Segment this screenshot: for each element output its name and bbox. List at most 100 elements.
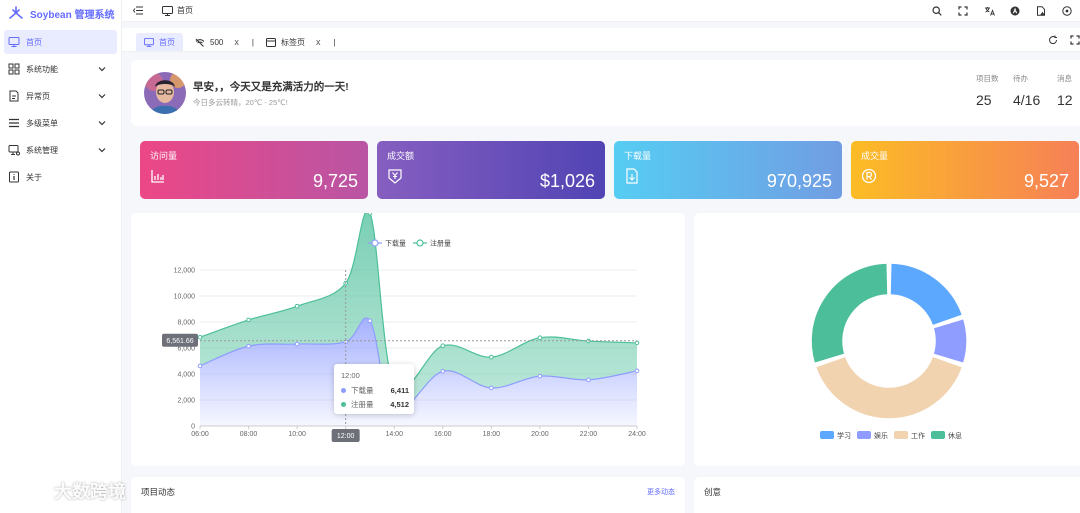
stat-value: 4/16 — [1013, 92, 1041, 108]
breadcrumb[interactable]: 首页 — [162, 5, 193, 16]
theme-config-button[interactable] — [1028, 0, 1054, 22]
watermark: 大数跨境 — [8, 478, 126, 504]
y-tick-label: 0 — [191, 424, 195, 431]
x-tick-label: 22:00 — [580, 431, 598, 438]
download-doc-icon — [626, 168, 638, 184]
app-logo[interactable]: Soybean 管理系统 — [0, 0, 121, 26]
fullscreen-button[interactable] — [950, 0, 976, 22]
x-tick-label: 16:00 — [434, 431, 452, 438]
donut-slice — [814, 355, 964, 420]
stat-messages: 消息 12 — [1057, 73, 1073, 108]
metric-card-deals[interactable]: 成交量 9,527 — [851, 141, 1079, 199]
stat-projects: 项目数 25 — [976, 73, 999, 108]
tooltip-row: 注册量 4,512 — [341, 399, 409, 410]
stat-todo: 待办 4/16 — [1013, 73, 1040, 108]
sidebar-item-1[interactable]: 系统功能 — [4, 57, 117, 81]
point-download — [294, 341, 300, 347]
chevron-down-icon[interactable] — [97, 91, 107, 101]
wifi-off-icon — [195, 38, 205, 47]
theme-toggle-button[interactable] — [1002, 0, 1028, 22]
sidebar-menu: 首页系统功能异常页多级菜单系统管理关于 — [0, 30, 121, 189]
sidebar-item-4[interactable]: 系统管理 — [4, 138, 117, 162]
window-icon — [266, 37, 276, 47]
legend-label: 学习 — [837, 431, 851, 440]
tab-tags[interactable]: 标签页 x | — [266, 33, 336, 51]
tooltip-series-value: 4,512 — [390, 400, 409, 409]
language-button[interactable] — [976, 0, 1002, 22]
theme-config-icon — [1037, 6, 1045, 16]
menu-fold-icon — [133, 6, 143, 15]
watermark-text: 大数跨境 — [54, 482, 126, 502]
menu-collapse-button[interactable] — [126, 0, 150, 22]
point-register — [197, 334, 203, 340]
tabs-bar: 首页 500 x | 标签页 x | — [122, 28, 1080, 52]
soybean-logo-icon — [9, 6, 23, 19]
point-download — [197, 363, 203, 369]
tab-500[interactable]: 500 x | — [195, 33, 254, 51]
close-icon[interactable]: x — [234, 37, 239, 47]
theme-toggle-icon — [1010, 6, 1020, 16]
metric-card-visits[interactable]: 访问量 9,725 — [140, 141, 368, 199]
monitor-icon — [162, 5, 173, 16]
sidebar-item-5[interactable]: 关于 — [4, 165, 117, 189]
tab-home[interactable]: 首页 — [136, 33, 183, 51]
crosshair-x-label: 12:00 — [337, 433, 355, 440]
line-chart[interactable]: 02,0004,0006,0008,00010,00012,00006:00 08… — [131, 209, 685, 466]
stat-value: 25 — [976, 92, 992, 108]
sidebar-item-label: 关于 — [26, 172, 42, 182]
crosshair-y-label: 6,561.66 — [166, 338, 193, 345]
line-chart-card: 0 2,000 4,000 6,000 8,000 10,000 12,000 06:00 08… — [131, 209, 685, 466]
info-icon — [9, 171, 19, 183]
donut-chart-card: 学习 娱乐 工作 休息 — [694, 213, 1080, 466]
chevron-down-icon[interactable] — [97, 145, 107, 155]
chevron-down-icon[interactable] — [97, 64, 107, 74]
bar-chart-icon — [151, 170, 164, 183]
sidebar-item-2[interactable]: 异常页 — [4, 84, 117, 108]
stat-label: 消息 — [1057, 74, 1072, 83]
stat-label: 待办 — [1013, 74, 1028, 83]
sidebar-item-3[interactable]: 多级菜单 — [4, 111, 117, 135]
more-news-link[interactable]: 更多动态 — [647, 487, 675, 497]
fullscreen-icon — [958, 6, 968, 16]
sidebar-item-label: 系统管理 — [26, 145, 58, 155]
greeting-text: 早安，，今天又是充满活力的一天! — [193, 81, 349, 93]
tooltip-series-name: 下载量 — [351, 386, 374, 395]
registered-icon — [861, 168, 877, 184]
x-tick-label: 20:00 — [531, 431, 549, 438]
search-button[interactable] — [924, 0, 950, 22]
settings-button[interactable] — [1054, 0, 1080, 22]
metric-title: 下载量 — [624, 151, 652, 161]
point-download — [246, 343, 251, 349]
metric-title: 成交量 — [861, 151, 889, 161]
project-news-card: 项目动态 更多动态 — [131, 477, 685, 513]
x-tick-label: 14:00 — [385, 431, 403, 438]
top-header: 首页 — [122, 0, 1080, 22]
metric-card-revenue[interactable]: 成交额 $1,026 — [377, 141, 605, 199]
metric-value: 970,925 — [766, 171, 832, 191]
tab-divider: | — [333, 37, 336, 47]
sidebar-item-0[interactable]: 首页 — [4, 30, 117, 54]
reload-button[interactable] — [1046, 33, 1060, 47]
legend-swatch — [931, 431, 945, 439]
close-icon[interactable]: x — [316, 37, 321, 47]
legend-marker — [416, 239, 424, 247]
chart-tooltip: 12:00 下载量 6,411 注册量 4,512 — [334, 364, 414, 414]
metric-card-downloads[interactable]: 下载量 970,925 — [614, 141, 842, 199]
x-tick-label: 18:00 — [483, 431, 501, 438]
y-tick-label: 12,000 — [174, 268, 196, 275]
donut-chart[interactable]: 学习 娱乐 工作 休息 — [694, 213, 1080, 466]
legend-label: 工作 — [911, 431, 925, 440]
point-download — [489, 385, 494, 391]
breadcrumb-home[interactable]: 首页 — [177, 5, 193, 16]
point-register — [246, 317, 251, 323]
donut-slice — [889, 262, 964, 327]
donut-slice — [810, 262, 889, 365]
tab-fullscreen-button[interactable] — [1068, 33, 1080, 47]
tooltip-title: 12:00 — [341, 371, 360, 380]
chevron-down-icon[interactable] — [97, 118, 107, 128]
y-tick-label: 10,000 — [174, 294, 196, 301]
metric-value: 9,527 — [1023, 171, 1069, 191]
tooltip-row: 下载量 6,411 — [341, 385, 409, 396]
sidebar-item-label: 系统功能 — [26, 64, 58, 74]
legend-label: 娱乐 — [874, 431, 888, 440]
